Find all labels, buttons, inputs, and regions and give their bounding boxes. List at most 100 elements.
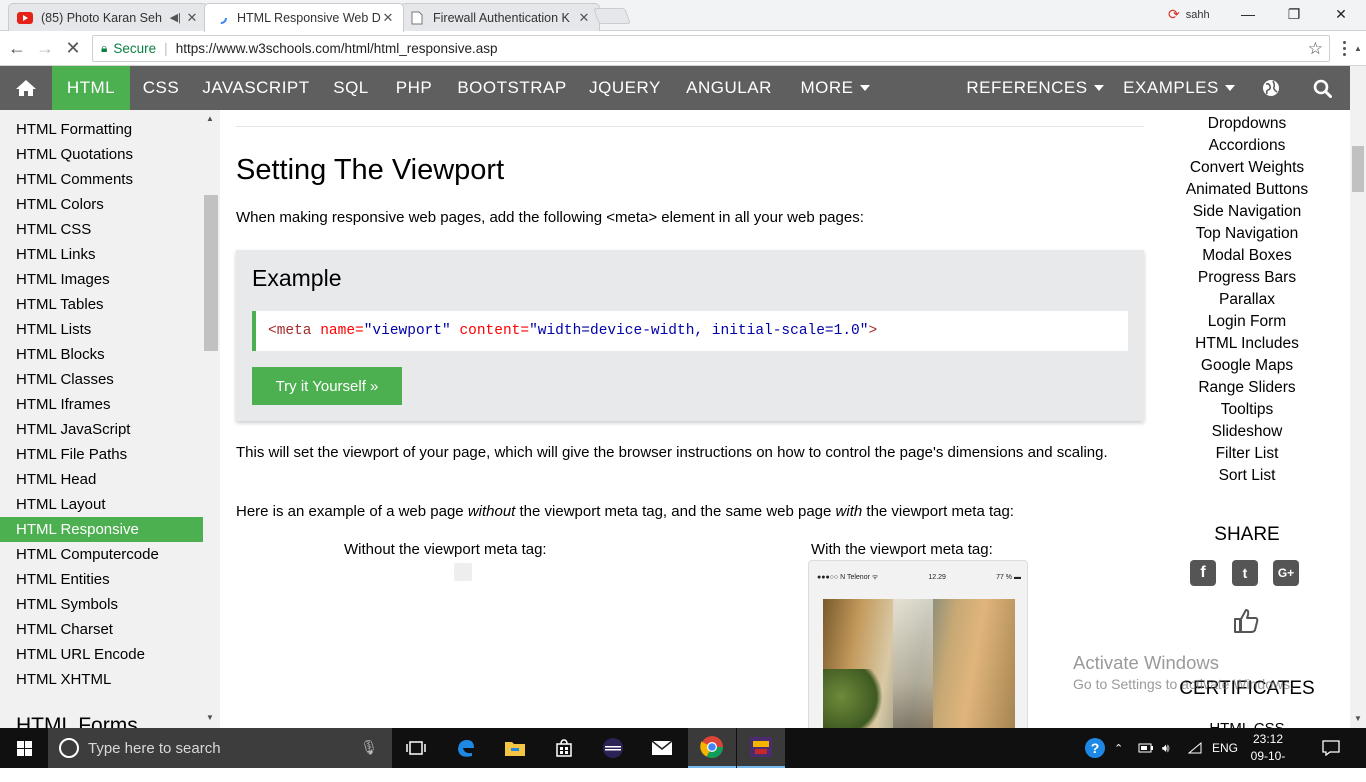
sidebar-item-comments[interactable]: HTML Comments — [0, 167, 203, 192]
link-animated-buttons[interactable]: Animated Buttons — [1160, 181, 1334, 199]
search-icon[interactable] — [1294, 66, 1350, 110]
sidebar-item-head[interactable]: HTML Head — [0, 467, 203, 492]
sidebar-item-blocks[interactable]: HTML Blocks — [0, 342, 203, 367]
tab-youtube[interactable]: (85) Photo Karan Seh ◀| ✕ — [8, 3, 208, 31]
sidebar-item-charset[interactable]: HTML Charset — [0, 617, 203, 642]
language-indicator[interactable]: ENG — [1212, 728, 1238, 768]
nav-references[interactable]: REFERENCES — [960, 66, 1110, 110]
link-html-includes[interactable]: HTML Includes — [1160, 335, 1334, 353]
link-side-navigation[interactable]: Side Navigation — [1160, 203, 1334, 221]
sidebar-item-xhtml[interactable]: HTML XHTML — [0, 667, 203, 692]
link-slideshow[interactable]: Slideshow — [1160, 423, 1334, 441]
minimize-button[interactable]: — — [1225, 0, 1271, 28]
close-icon[interactable]: ✕ — [185, 10, 199, 26]
home-icon[interactable] — [0, 66, 52, 110]
sidebar-item-entities[interactable]: HTML Entities — [0, 567, 203, 592]
mail-icon[interactable] — [638, 728, 686, 768]
close-icon[interactable]: ✕ — [381, 10, 395, 26]
sidebar-item-css[interactable]: HTML CSS — [0, 217, 203, 242]
sidebar-item-file-paths[interactable]: HTML File Paths — [0, 442, 203, 467]
try-it-yourself-button[interactable]: Try it Yourself » — [252, 367, 402, 405]
sidebar-item-images[interactable]: HTML Images — [0, 267, 203, 292]
nav-bootstrap[interactable]: BOOTSTRAP — [446, 66, 578, 110]
address-bar[interactable]: 🔒︎ Secure | https://www.w3schools.com/ht… — [92, 35, 1330, 62]
profile-button[interactable]: ⟳ sahh — [1168, 6, 1210, 23]
nav-html[interactable]: HTML — [52, 66, 130, 110]
facebook-icon[interactable]: f — [1190, 560, 1216, 586]
nav-angular[interactable]: ANGULAR — [672, 66, 786, 110]
sidebar-item-computercode[interactable]: HTML Computercode — [0, 542, 203, 567]
forward-button[interactable]: → — [32, 35, 58, 61]
google-plus-icon[interactable]: G+ — [1273, 560, 1299, 586]
store-icon[interactable] — [540, 728, 588, 768]
edge-browser-icon[interactable] — [442, 728, 490, 768]
microphone-icon[interactable]: 🎙︎ — [360, 739, 378, 756]
back-button[interactable]: ← — [4, 35, 30, 61]
sidebar-item-classes[interactable]: HTML Classes — [0, 367, 203, 392]
sidebar-item-responsive[interactable]: HTML Responsive — [0, 517, 203, 542]
new-tab-button[interactable] — [593, 8, 631, 24]
thumbs-up-icon[interactable] — [1232, 607, 1260, 642]
nav-more[interactable]: MORE — [786, 66, 884, 110]
nav-examples[interactable]: EXAMPLES — [1110, 66, 1248, 110]
twitter-icon[interactable]: t — [1232, 560, 1258, 586]
clock[interactable]: 23:12 09-10-2017 — [1240, 731, 1296, 782]
sidebar-item-javascript[interactable]: HTML JavaScript — [0, 417, 203, 442]
restore-button[interactable]: ❐ — [1271, 0, 1317, 28]
stop-reload-button[interactable]: ✕ — [60, 35, 86, 61]
sidebar-item-symbols[interactable]: HTML Symbols — [0, 592, 203, 617]
sidebar-item-tables[interactable]: HTML Tables — [0, 292, 203, 317]
help-icon[interactable]: ? — [1084, 728, 1106, 768]
page-scrollbar-thumb[interactable] — [1352, 146, 1364, 192]
sidebar-item-url-encode[interactable]: HTML URL Encode — [0, 642, 203, 667]
wifi-icon[interactable] — [1188, 728, 1202, 768]
eclipse-icon[interactable] — [589, 728, 637, 768]
link-sort-list[interactable]: Sort List — [1160, 467, 1334, 485]
nav-sql[interactable]: SQL — [320, 66, 382, 110]
file-explorer-icon[interactable] — [491, 728, 539, 768]
sidebar-item-colors[interactable]: HTML Colors — [0, 192, 203, 217]
taskbar-search-box[interactable]: Type here to search 🎙︎ — [48, 728, 392, 768]
nav-css[interactable]: CSS — [130, 66, 192, 110]
scroll-down-arrow-icon[interactable]: ▼ — [1354, 714, 1362, 723]
sidebar-item-links[interactable]: HTML Links — [0, 242, 203, 267]
link-google-maps[interactable]: Google Maps — [1160, 357, 1334, 375]
volume-icon[interactable]: 🔊︎ — [1162, 728, 1170, 768]
mute-icon[interactable]: ◀| — [170, 11, 181, 24]
sidebar-scrollbar-thumb[interactable] — [204, 195, 218, 351]
tab-firewall[interactable]: Firewall Authentication K ✕ — [400, 3, 600, 31]
link-login-form[interactable]: Login Form — [1160, 313, 1334, 331]
nav-javascript[interactable]: JAVASCRIPT — [192, 66, 320, 110]
app-game-icon[interactable] — [737, 728, 785, 768]
notification-icon[interactable] — [1318, 736, 1344, 760]
sidebar-item-iframes[interactable]: HTML Iframes — [0, 392, 203, 417]
globe-icon[interactable] — [1248, 66, 1294, 110]
tab-html-responsive[interactable]: HTML Responsive Web D ✕ — [204, 3, 404, 32]
link-range-sliders[interactable]: Range Sliders — [1160, 379, 1334, 397]
sidebar-item-layout[interactable]: HTML Layout — [0, 492, 203, 517]
sidebar-item-lists[interactable]: HTML Lists — [0, 317, 203, 342]
link-accordions[interactable]: Accordions — [1160, 137, 1334, 155]
link-parallax[interactable]: Parallax — [1160, 291, 1334, 309]
close-icon[interactable]: ✕ — [577, 10, 591, 26]
chevron-up-icon[interactable]: ⌃ — [1114, 728, 1123, 768]
link-top-navigation[interactable]: Top Navigation — [1160, 225, 1334, 243]
chrome-icon[interactable] — [688, 728, 736, 768]
scroll-down-arrow-icon[interactable]: ▼ — [206, 713, 214, 722]
scroll-up-arrow-icon[interactable]: ▲ — [206, 114, 214, 123]
task-view-icon[interactable] — [392, 728, 440, 768]
nav-jquery[interactable]: JQUERY — [578, 66, 672, 110]
nav-php[interactable]: PHP — [382, 66, 446, 110]
battery-icon[interactable] — [1138, 728, 1154, 768]
scroll-up-arrow-icon[interactable]: ▲ — [1354, 44, 1362, 53]
sidebar-item-formatting[interactable]: HTML Formatting — [0, 117, 203, 142]
link-filter-list[interactable]: Filter List — [1160, 445, 1334, 463]
certificate-links[interactable]: HTML CSS — [1160, 720, 1334, 728]
link-progress-bars[interactable]: Progress Bars — [1160, 269, 1334, 287]
browser-menu-icon[interactable] — [1338, 35, 1350, 61]
link-modal-boxes[interactable]: Modal Boxes — [1160, 247, 1334, 265]
start-button[interactable] — [0, 728, 48, 768]
close-window-button[interactable]: ✕ — [1318, 0, 1364, 28]
link-tooltips[interactable]: Tooltips — [1160, 401, 1334, 419]
link-dropdowns[interactable]: Dropdowns — [1160, 115, 1334, 133]
